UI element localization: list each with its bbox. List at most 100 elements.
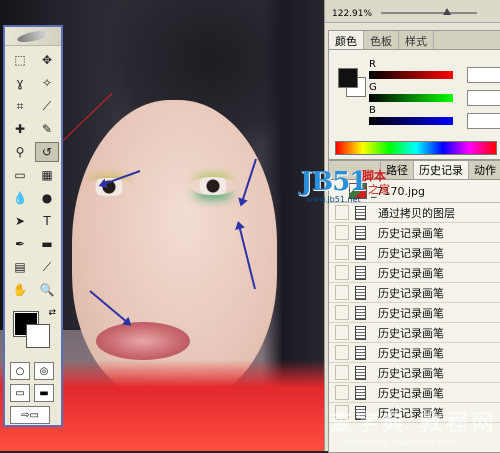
swap-colors-icon[interactable]: ⇄ — [48, 308, 56, 318]
color-panel-tab[interactable]: 样式 — [399, 31, 434, 49]
blur-tool-icon[interactable]: 💧 — [8, 188, 32, 208]
history-source-checkbox[interactable] — [335, 225, 349, 240]
notes-tool-icon[interactable]: ▤ — [8, 257, 32, 277]
navigator-panel: 122.91% — [325, 0, 500, 23]
history-state-icon — [355, 285, 366, 300]
history-state-icon — [355, 205, 366, 220]
history-item-label: 历史记录画笔 — [378, 326, 444, 340]
healing-brush-tool-icon[interactable]: ✚ — [8, 119, 32, 139]
toolbox-panel: ⬚ ✥ ɣ ✧ ⌗ ⟋ ✚ ✎ ⚲ ↺ ▭ ▦ 💧 ● ➤ T ✒ ▬ ▤ ⟋ ✋ 🔍 ⇄ ○ ◎ ▭ ▬ ⇨▭ — [3, 25, 63, 427]
toolbox-header[interactable] — [5, 27, 61, 46]
history-item[interactable]: 历史记录画笔 — [329, 363, 500, 383]
history-source-checkbox[interactable] — [335, 305, 349, 320]
history-source-checkbox[interactable] — [335, 325, 349, 340]
chazidian-watermark: 查字典 教程网 — [330, 411, 498, 436]
move-tool-icon[interactable]: ✥ — [35, 50, 59, 70]
background-color-swatch[interactable] — [26, 324, 50, 348]
history-item[interactable]: 历史记录画笔 — [329, 303, 500, 323]
history-item[interactable]: 历史记录画笔 — [329, 263, 500, 283]
history-item-label: 历史记录画笔 — [378, 366, 444, 380]
history-item[interactable]: 历史记录画笔 — [329, 283, 500, 303]
marquee-tool-icon[interactable]: ⬚ — [8, 50, 32, 70]
right-panels: 122.91% 颜色 色板 样式 RGB 路径 历史记录 动作 _7170.jpg 通过… — [324, 0, 500, 453]
history-state-icon — [355, 345, 366, 360]
color-swatches: ⇄ — [8, 308, 58, 356]
color-spectrum-bar[interactable] — [335, 141, 497, 155]
shape-tool-icon[interactable]: ▬ — [35, 234, 59, 254]
lips — [96, 322, 190, 360]
history-source-checkbox[interactable] — [335, 365, 349, 380]
jb51-watermark: JB51 脚本 之家 www.jb51.net — [300, 165, 410, 204]
history-item[interactable]: 历史记录画笔 — [329, 243, 500, 263]
standard-mode-button[interactable]: ○ — [10, 362, 30, 380]
color-value-field-b[interactable] — [467, 113, 500, 129]
history-state-icon — [355, 265, 366, 280]
history-brush-tool-icon[interactable]: ↺ — [35, 142, 59, 162]
crop-tool-icon[interactable]: ⌗ — [8, 96, 32, 116]
history-source-checkbox[interactable] — [335, 285, 349, 300]
quick-mask-button[interactable]: ◎ — [34, 362, 54, 380]
panel-foreground-swatch[interactable] — [338, 68, 358, 88]
hand-tool-icon[interactable]: ✋ — [8, 280, 32, 300]
color-slider-g[interactable] — [369, 94, 453, 102]
color-value-field-g[interactable] — [467, 90, 500, 106]
history-source-checkbox[interactable] — [335, 245, 349, 260]
history-state-icon — [355, 385, 366, 400]
history-state-icon — [355, 225, 366, 240]
history-item[interactable]: 通过拷贝的图层 — [329, 203, 500, 223]
history-item-label: 历史记录画笔 — [378, 266, 444, 280]
screen-mode-standard-button[interactable]: ▭ — [10, 384, 30, 402]
history-item-label: 通过拷贝的图层 — [378, 206, 455, 220]
jb51-logo-text: JB51 — [300, 167, 367, 197]
history-source-checkbox[interactable] — [335, 345, 349, 360]
history-item-label: 历史记录画笔 — [378, 286, 444, 300]
history-panel-tab[interactable]: 历史记录 — [413, 161, 468, 179]
history-panel-tab[interactable]: 动作 — [468, 161, 500, 179]
history-source-checkbox[interactable] — [335, 385, 349, 400]
history-state-icon — [355, 245, 366, 260]
type-tool-icon[interactable]: T — [35, 211, 59, 231]
right-eye — [190, 177, 236, 195]
color-panel-tabs: 颜色 色板 样式 — [329, 31, 500, 50]
eyedropper-tool-icon[interactable]: ⟋ — [35, 257, 59, 277]
history-item-label: 历史记录画笔 — [378, 246, 444, 260]
gradient-tool-icon[interactable]: ▦ — [35, 165, 59, 185]
color-slider-r[interactable] — [369, 71, 453, 79]
history-item-label: 历史记录画笔 — [378, 306, 444, 320]
zoom-level[interactable]: 122.91% — [332, 9, 372, 19]
history-item[interactable]: 历史记录画笔 — [329, 343, 500, 363]
clone-stamp-tool-icon[interactable]: ⚲ — [8, 142, 32, 162]
tool-grid: ⬚ ✥ ɣ ✧ ⌗ ⟋ ✚ ✎ ⚲ ↺ ▭ ▦ 💧 ● ➤ T ✒ ▬ ▤ ⟋ ✋ 🔍 — [5, 46, 61, 304]
history-item[interactable]: 历史记录画笔 — [329, 383, 500, 403]
screen-mode-full-button[interactable]: ▬ — [34, 384, 54, 402]
history-source-checkbox[interactable] — [335, 265, 349, 280]
brush-tool-icon[interactable]: ✎ — [35, 119, 59, 139]
color-panel-tab[interactable]: 色板 — [364, 31, 399, 49]
history-item[interactable]: 历史记录画笔 — [329, 323, 500, 343]
jump-to-imageready-button[interactable]: ⇨▭ — [10, 406, 50, 424]
color-panel-tab[interactable]: 颜色 — [329, 31, 364, 49]
slice-tool-icon[interactable]: ⟋ — [35, 96, 59, 116]
history-item-label: 历史记录画笔 — [378, 226, 444, 240]
feather-icon — [16, 28, 50, 44]
magic-wand-tool-icon[interactable]: ✧ — [35, 73, 59, 93]
zoom-slider-track[interactable] — [381, 12, 477, 14]
zoom-slider-thumb[interactable] — [443, 8, 451, 15]
slider-label-b: B — [369, 105, 376, 116]
jb51-cn-bottom: 之家 — [368, 183, 390, 196]
screen-mode-row: ▭ ▬ — [5, 382, 61, 404]
history-source-checkbox[interactable] — [335, 205, 349, 220]
path-selection-tool-icon[interactable]: ➤ — [8, 211, 32, 231]
pen-tool-icon[interactable]: ✒ — [8, 234, 32, 254]
history-state-icon — [355, 365, 366, 380]
zoom-tool-icon[interactable]: 🔍 — [35, 280, 59, 300]
history-state-icon — [355, 325, 366, 340]
dodge-tool-icon[interactable]: ● — [35, 188, 59, 208]
chazidian-url: jiaocheng.chazidian.com — [345, 438, 457, 448]
eraser-tool-icon[interactable]: ▭ — [8, 165, 32, 185]
lasso-tool-icon[interactable]: ɣ — [8, 73, 32, 93]
slider-label-r: R — [369, 59, 376, 70]
color-slider-b[interactable] — [369, 117, 453, 125]
history-item[interactable]: 历史记录画笔 — [329, 223, 500, 243]
color-value-field-r[interactable] — [467, 67, 500, 83]
